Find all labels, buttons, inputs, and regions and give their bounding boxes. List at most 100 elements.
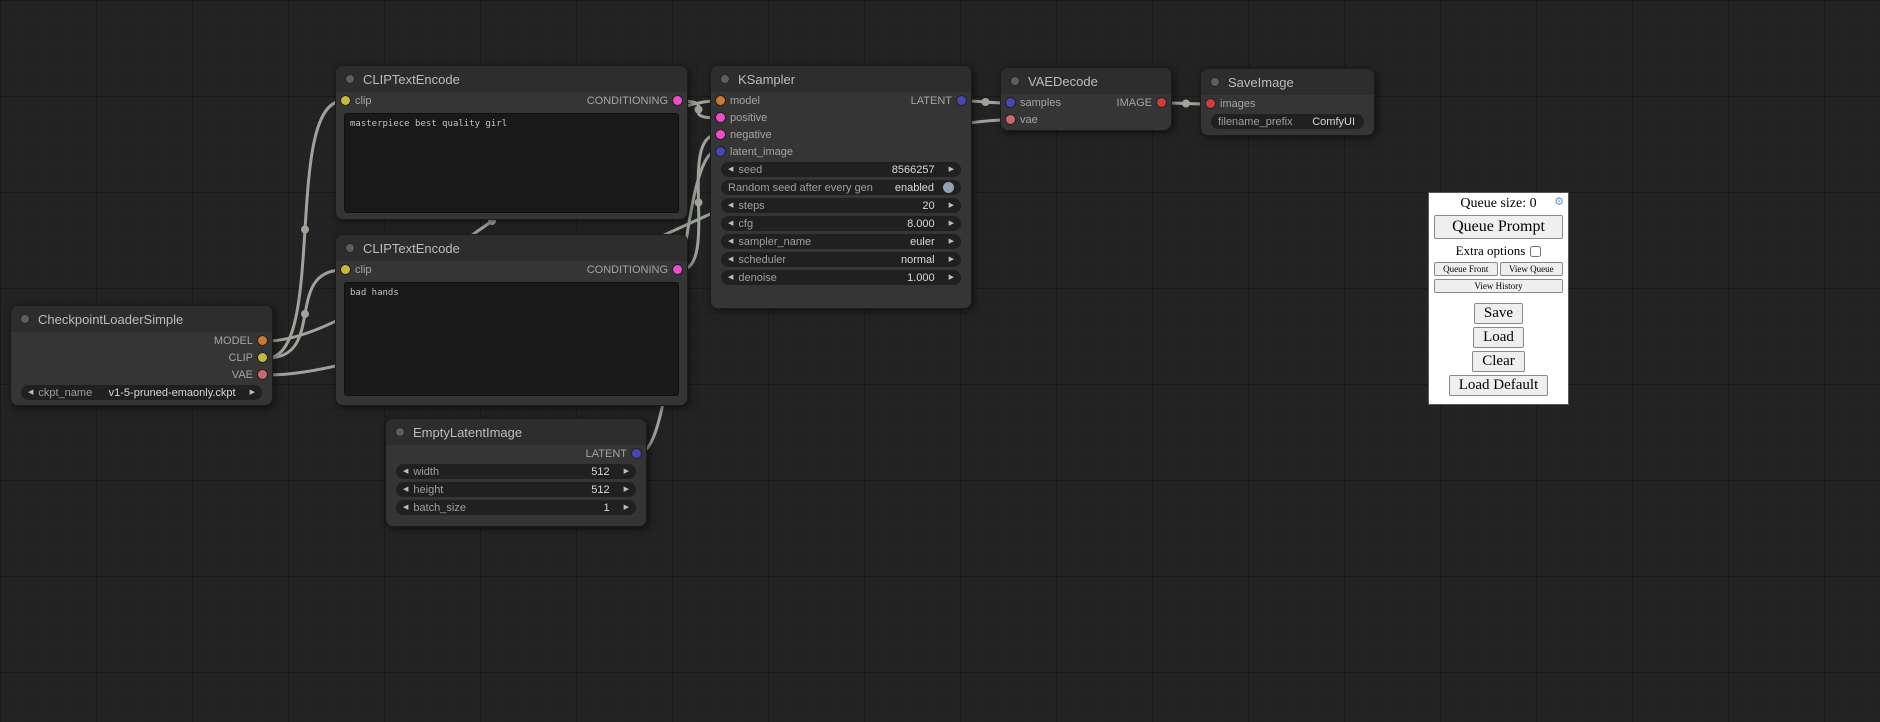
node-title-bar[interactable]: CLIPTextEncode xyxy=(336,235,687,261)
input-label: vae xyxy=(1020,114,1038,126)
height-widget[interactable]: ◀ height 512 ▶ xyxy=(396,482,636,497)
widget-value: v1-5-pruned-emaonly.ckpt xyxy=(109,387,236,399)
stepper-right-icon[interactable]: ▶ xyxy=(949,274,954,281)
slot-dot-clip[interactable] xyxy=(258,353,267,362)
node-title-bar[interactable]: EmptyLatentImage xyxy=(386,419,646,445)
stepper-right-icon[interactable]: ▶ xyxy=(949,256,954,263)
node-save-image[interactable]: SaveImage images filename_prefix ComfyUI xyxy=(1200,68,1375,136)
load-button[interactable]: Load xyxy=(1473,327,1524,348)
stepper-left-icon[interactable]: ◀ xyxy=(28,389,33,396)
node-title-bar[interactable]: SaveImage xyxy=(1201,69,1374,95)
output-label: IMAGE xyxy=(1117,97,1152,109)
node-collapse-dot[interactable] xyxy=(1210,77,1220,87)
filename-prefix-widget[interactable]: filename_prefix ComfyUI xyxy=(1211,114,1364,129)
node-vae-decode[interactable]: VAEDecode samples IMAGE vae xyxy=(1000,67,1172,131)
output-slot-conditioning[interactable]: CONDITIONING xyxy=(587,95,682,107)
save-button[interactable]: Save xyxy=(1474,303,1523,324)
scheduler-widget[interactable]: ◀ scheduler normal ▶ xyxy=(721,252,961,267)
slot-dot-model-input[interactable] xyxy=(716,96,725,105)
slot-dot-model[interactable] xyxy=(258,336,267,345)
view-history-button[interactable]: View History xyxy=(1434,279,1563,293)
output-slot-latent[interactable]: LATENT xyxy=(911,95,966,107)
widget-value: ComfyUI xyxy=(1312,116,1355,128)
node-title-bar[interactable]: CheckpointLoaderSimple xyxy=(11,306,272,332)
slot-dot-clip-input[interactable] xyxy=(341,265,350,274)
node-collapse-dot[interactable] xyxy=(20,314,30,324)
node-checkpoint-loader[interactable]: CheckpointLoaderSimple MODEL CLIP VAE ◀ … xyxy=(10,305,273,406)
slot-dot-conditioning[interactable] xyxy=(673,265,682,274)
node-collapse-dot[interactable] xyxy=(720,74,730,84)
node-empty-latent-image[interactable]: EmptyLatentImage LATENT ◀ width 512 ▶ ◀ … xyxy=(385,418,647,527)
slot-dot-vae[interactable] xyxy=(258,370,267,379)
random-seed-toggle-widget[interactable]: Random seed after every gen enabled xyxy=(721,180,961,195)
ckpt-name-widget[interactable]: ◀ ckpt_name v1-5-pruned-emaonly.ckpt ▶ xyxy=(21,385,262,400)
slot-dot-samples-input[interactable] xyxy=(1006,98,1015,107)
slot-dot-negative-input[interactable] xyxy=(716,130,725,139)
slot-dot-vae-input[interactable] xyxy=(1006,115,1015,124)
batch-size-widget[interactable]: ◀ batch_size 1 ▶ xyxy=(396,500,636,515)
stepper-right-icon[interactable]: ▶ xyxy=(250,389,255,396)
node-title-bar[interactable]: KSampler xyxy=(711,66,971,92)
slot-dot-latent-image-input[interactable] xyxy=(716,147,725,156)
output-slot-clip[interactable]: CLIP xyxy=(229,352,267,364)
widget-value: 512 xyxy=(591,484,609,496)
output-label: CONDITIONING xyxy=(587,264,668,276)
seed-widget[interactable]: ◀ seed 8566257 ▶ xyxy=(721,162,961,177)
stepper-right-icon[interactable]: ▶ xyxy=(949,238,954,245)
output-slot-vae[interactable]: VAE xyxy=(232,369,267,381)
stepper-left-icon[interactable]: ◀ xyxy=(728,202,733,209)
output-slot-model[interactable]: MODEL xyxy=(214,335,267,347)
output-slot-image[interactable]: IMAGE xyxy=(1117,97,1166,109)
node-collapse-dot[interactable] xyxy=(345,74,355,84)
node-clip-text-encode-positive[interactable]: CLIPTextEncode clip CONDITIONING masterp… xyxy=(335,65,688,220)
node-collapse-dot[interactable] xyxy=(395,427,405,437)
clear-button[interactable]: Clear xyxy=(1472,351,1524,372)
menu-drag-header[interactable]: Queue size: 0 ⚙ xyxy=(1434,195,1563,214)
steps-widget[interactable]: ◀ steps 20 ▶ xyxy=(721,198,961,213)
queue-prompt-button[interactable]: Queue Prompt xyxy=(1434,215,1563,239)
extra-options-checkbox[interactable] xyxy=(1530,246,1541,257)
stepper-left-icon[interactable]: ◀ xyxy=(728,256,733,263)
stepper-right-icon[interactable]: ▶ xyxy=(949,166,954,173)
slot-dot-images-input[interactable] xyxy=(1206,99,1215,108)
load-default-button[interactable]: Load Default xyxy=(1449,375,1549,396)
stepper-right-icon[interactable]: ▶ xyxy=(624,504,629,511)
node-title-bar[interactable]: VAEDecode xyxy=(1001,68,1171,94)
stepper-left-icon[interactable]: ◀ xyxy=(403,504,408,511)
output-slot-conditioning[interactable]: CONDITIONING xyxy=(587,264,682,276)
slot-dot-positive-input[interactable] xyxy=(716,113,725,122)
stepper-right-icon[interactable]: ▶ xyxy=(624,486,629,493)
sampler-name-widget[interactable]: ◀ sampler_name euler ▶ xyxy=(721,234,961,249)
settings-gear-icon[interactable]: ⚙ xyxy=(1554,195,1564,208)
node-collapse-dot[interactable] xyxy=(1010,76,1020,86)
toggle-knob-icon[interactable] xyxy=(943,182,954,193)
stepper-right-icon[interactable]: ▶ xyxy=(949,202,954,209)
positive-prompt-textarea[interactable]: masterpiece best quality girl xyxy=(344,113,679,213)
slot-dot-latent[interactable] xyxy=(632,449,641,458)
slot-dot-clip-input[interactable] xyxy=(341,96,350,105)
stepper-left-icon[interactable]: ◀ xyxy=(728,166,733,173)
link-midpoint-dot xyxy=(695,106,703,114)
slot-dot-image[interactable] xyxy=(1157,98,1166,107)
stepper-left-icon[interactable]: ◀ xyxy=(728,238,733,245)
slot-dot-conditioning[interactable] xyxy=(673,96,682,105)
stepper-left-icon[interactable]: ◀ xyxy=(728,220,733,227)
stepper-right-icon[interactable]: ▶ xyxy=(949,220,954,227)
cfg-widget[interactable]: ◀ cfg 8.000 ▶ xyxy=(721,216,961,231)
node-ksampler[interactable]: KSampler model LATENT positive negative … xyxy=(710,65,972,309)
stepper-right-icon[interactable]: ▶ xyxy=(624,468,629,475)
stepper-left-icon[interactable]: ◀ xyxy=(403,468,408,475)
slot-dot-latent[interactable] xyxy=(957,96,966,105)
view-queue-button[interactable]: View Queue xyxy=(1500,262,1564,276)
node-clip-text-encode-negative[interactable]: CLIPTextEncode clip CONDITIONING bad han… xyxy=(335,234,688,406)
node-collapse-dot[interactable] xyxy=(345,243,355,253)
denoise-widget[interactable]: ◀ denoise 1.000 ▶ xyxy=(721,270,961,285)
stepper-left-icon[interactable]: ◀ xyxy=(403,486,408,493)
queue-front-button[interactable]: Queue Front xyxy=(1434,262,1498,276)
stepper-left-icon[interactable]: ◀ xyxy=(728,274,733,281)
output-slot-latent[interactable]: LATENT xyxy=(586,448,641,460)
graph-canvas[interactable]: CheckpointLoaderSimple MODEL CLIP VAE ◀ … xyxy=(0,0,1880,722)
negative-prompt-textarea[interactable]: bad hands xyxy=(344,282,679,396)
node-title-bar[interactable]: CLIPTextEncode xyxy=(336,66,687,92)
width-widget[interactable]: ◀ width 512 ▶ xyxy=(396,464,636,479)
